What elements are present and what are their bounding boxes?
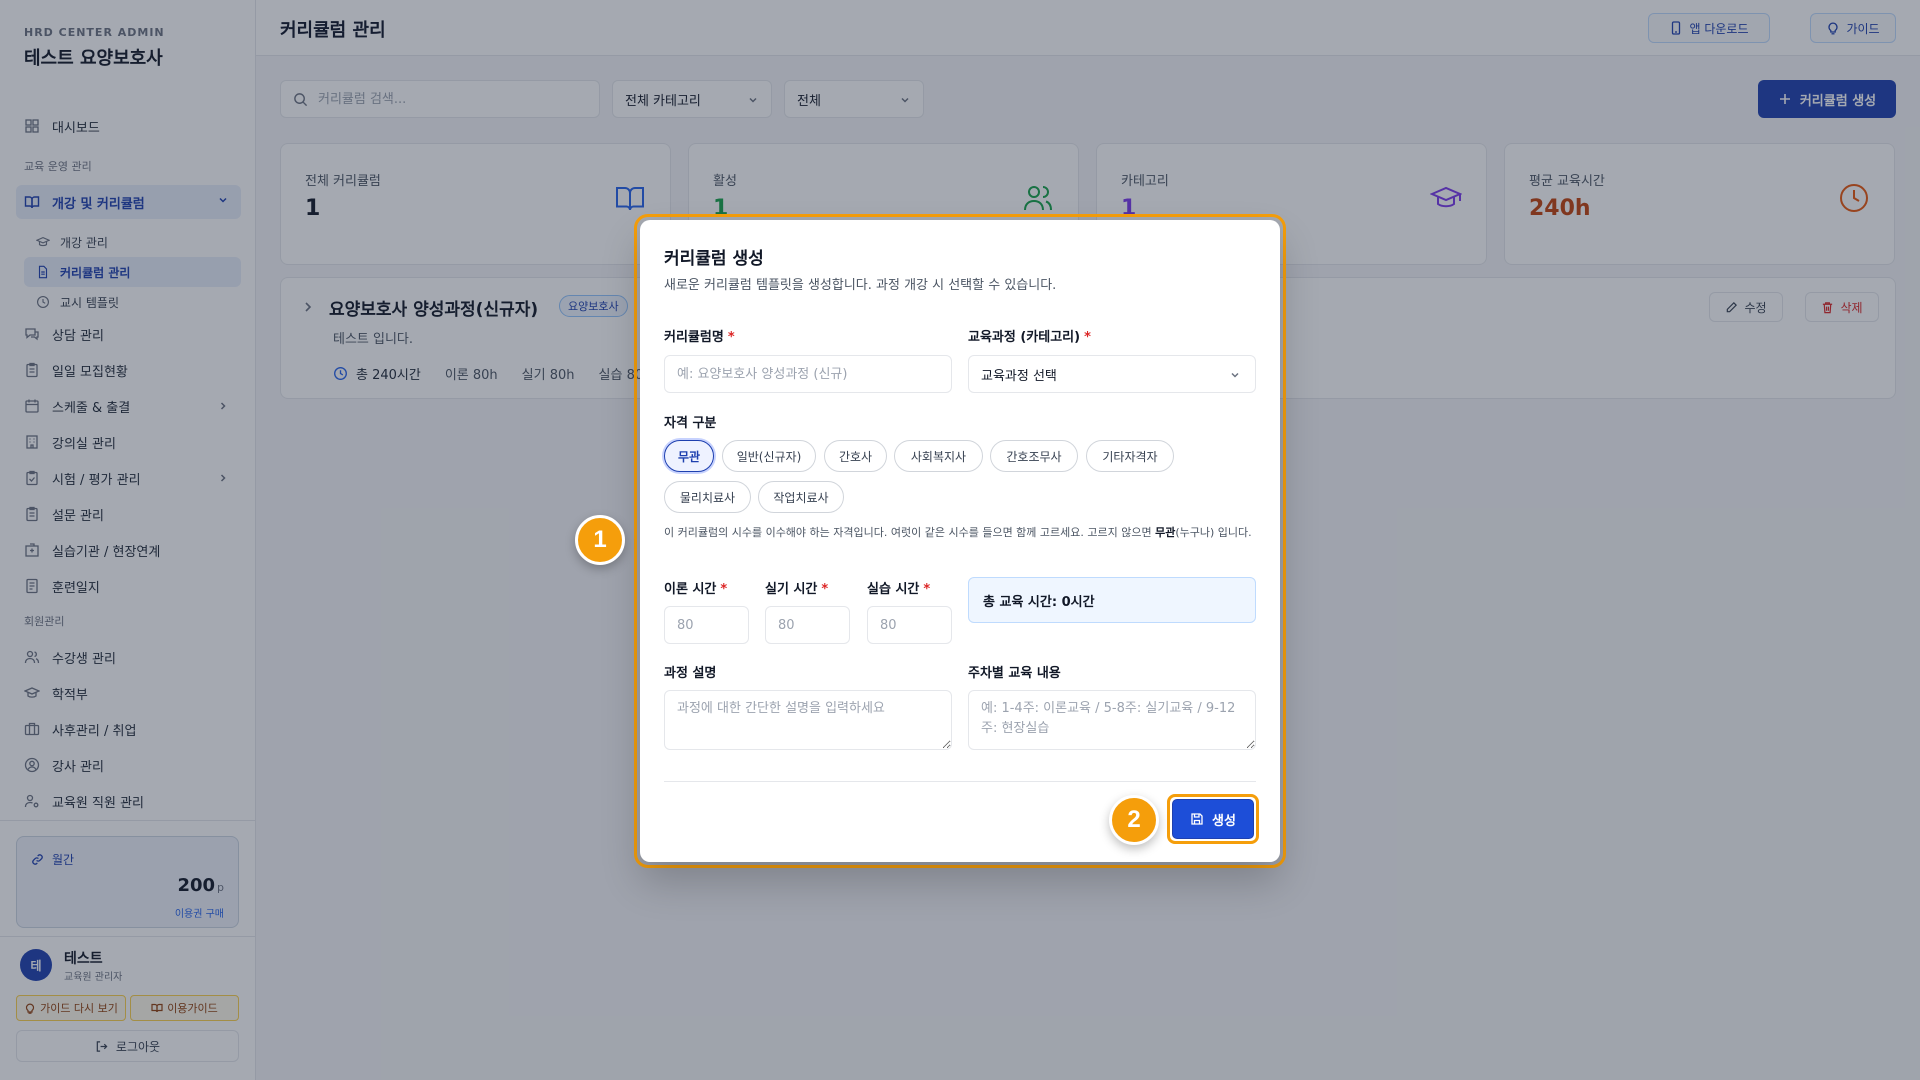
dialog-title: 커리큘럼 생성	[664, 249, 764, 269]
chip-qualification-physical-therapist[interactable]: 물리치료사	[664, 481, 751, 513]
curriculum-name-label: 커리큘럼명 *	[664, 330, 735, 345]
qualification-hint: 이 커리큘럼의 시수를 이수해야 하는 자격입니다. 여럿이 같은 시수를 들으…	[664, 526, 1252, 539]
submit-label: 생성	[1212, 813, 1236, 829]
category-label: 교육과정 (카테고리) *	[968, 330, 1091, 345]
save-icon	[1190, 812, 1204, 826]
course-description-textarea[interactable]	[664, 690, 952, 750]
chip-qualification-general[interactable]: 일반(신규자)	[722, 440, 816, 472]
step-marker-2: 2	[1109, 795, 1159, 845]
dialog-description: 새로운 커리큘럼 템플릿을 생성합니다. 과정 개강 시 선택할 수 있습니다.	[664, 278, 1057, 293]
chip-qualification-nurse[interactable]: 간호사	[824, 440, 887, 472]
practice-hours-label: 실기 시간 *	[765, 582, 829, 597]
total-hours-box: 총 교육 시간: 0시간	[968, 577, 1256, 623]
dialog-divider	[664, 781, 1256, 782]
chip-qualification-nurse-aide[interactable]: 간호조무사	[990, 440, 1078, 472]
chip-qualification-other[interactable]: 기타자격자	[1086, 440, 1174, 472]
create-curriculum-dialog: 커리큘럼 생성 새로운 커리큘럼 템플릿을 생성합니다. 과정 개강 시 선택할…	[640, 220, 1280, 862]
course-description-label: 과정 설명	[664, 666, 717, 681]
weekly-content-textarea[interactable]	[968, 690, 1256, 750]
theory-hours-label: 이론 시간 *	[664, 582, 728, 597]
category-select[interactable]: 교육과정 선택	[968, 355, 1256, 393]
training-hours-label: 실습 시간 *	[867, 582, 931, 597]
chip-qualification-occupational-therapist[interactable]: 작업치료사	[758, 481, 844, 513]
submit-create-button[interactable]: 생성	[1172, 799, 1254, 839]
step-marker-1: 1	[575, 515, 625, 565]
qualification-label: 자격 구분	[664, 416, 717, 431]
chevron-down-icon	[1229, 369, 1241, 381]
training-hours-input[interactable]	[867, 606, 952, 644]
practice-hours-input[interactable]	[765, 606, 850, 644]
chip-qualification-social-worker[interactable]: 사회복지사	[894, 440, 983, 472]
curriculum-name-input[interactable]	[664, 355, 952, 393]
theory-hours-input[interactable]	[664, 606, 749, 644]
chip-qualification-any[interactable]: 무관	[664, 440, 714, 472]
weekly-content-label: 주차별 교육 내용	[968, 666, 1061, 681]
category-select-value: 교육과정 선택	[981, 368, 1057, 384]
